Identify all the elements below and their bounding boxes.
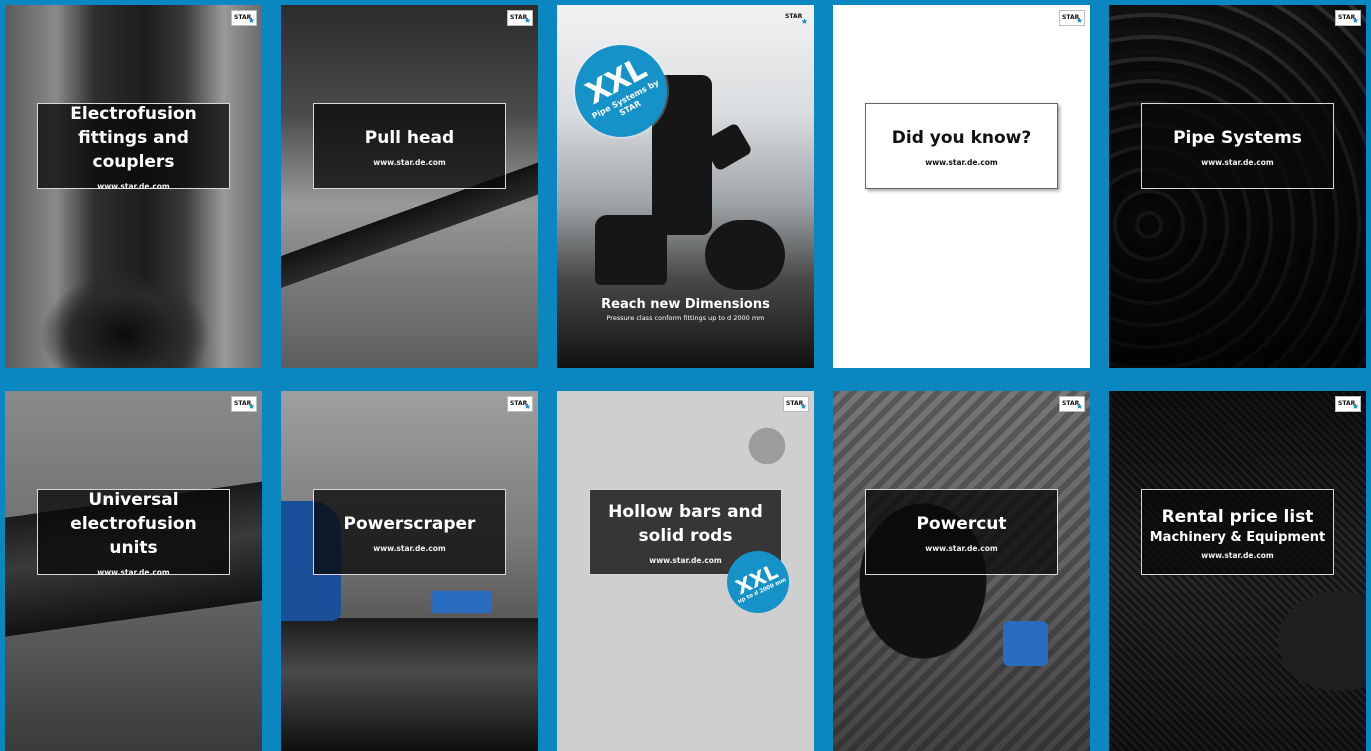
brochure-title: Universal electrofusion units xyxy=(70,489,197,558)
brochure-headline: Reach new Dimensions Pressure class conf… xyxy=(601,297,770,322)
brochure-url: www.star.de.com xyxy=(1201,157,1274,167)
brochure-card-rental-price-list[interactable]: STAR ★ Rental price list Machinery & Equi… xyxy=(1109,391,1366,751)
star-icon: ★ xyxy=(1351,16,1359,25)
brochure-card-pull-head[interactable]: STAR ★ Pull head www.star.de.com xyxy=(281,5,538,368)
brochure-card-pipe-systems[interactable]: STAR ★ Pipe Systems www.star.de.com xyxy=(1109,5,1366,368)
brochure-url: www.star.de.com xyxy=(373,157,446,167)
brochure-title: Hollow bars and solid rods xyxy=(608,501,763,546)
star-logo: STAR ★ xyxy=(1335,10,1361,26)
brochure-card-powerscraper[interactable]: STAR ★ Powerscraper www.star.de.com xyxy=(281,391,538,751)
brochure-title-box: Pipe Systems www.star.de.com xyxy=(1141,103,1334,189)
brochure-url: www.star.de.com xyxy=(1201,550,1274,560)
brochure-url: www.star.de.com xyxy=(97,567,170,577)
star-icon: ★ xyxy=(799,402,807,411)
star-logo: STAR ★ xyxy=(1059,10,1085,26)
star-logo: STAR ★ xyxy=(231,396,257,412)
brochure-card-electrofusion-fittings[interactable]: STAR ★ Electrofusion fittings and coupler… xyxy=(5,5,262,368)
brochure-title-box: Universal electrofusion units www.star.d… xyxy=(37,489,230,577)
brochure-card-powercut[interactable]: STAR ★ Powercut www.star.de.com xyxy=(833,391,1090,751)
brochure-subtitle: Machinery & Equipment xyxy=(1149,529,1326,545)
star-icon: ★ xyxy=(523,16,531,25)
brochure-title-box: Rental price list Machinery & Equipment … xyxy=(1141,489,1334,575)
brochure-title: Pipe Systems xyxy=(1173,127,1302,148)
star-logo: STAR ★ xyxy=(231,10,257,26)
star-icon: ★ xyxy=(247,402,255,411)
star-icon: ★ xyxy=(800,17,808,26)
star-logo: STAR ★ xyxy=(785,13,808,26)
brochure-title-box: Did you know? www.star.de.com xyxy=(865,103,1058,189)
star-logo: STAR ★ xyxy=(783,396,809,412)
brochure-title: Powercut xyxy=(916,513,1007,534)
star-icon: ★ xyxy=(523,402,531,411)
scraper-tool xyxy=(431,591,491,613)
brochure-card-xxl-pipe-systems[interactable]: STAR ★ XXL Pipe Systems by STAR Reach new… xyxy=(557,5,814,368)
cutter-machine xyxy=(1003,621,1048,666)
brochure-title: Powerscraper xyxy=(343,513,476,534)
brochure-title-box: Pull head www.star.de.com xyxy=(313,103,506,189)
brochure-card-hollow-bars[interactable]: STAR ★ Hollow bars and solid rods www.sta… xyxy=(557,391,814,751)
star-logo: STAR ★ xyxy=(507,396,533,412)
brochure-url: www.star.de.com xyxy=(97,181,170,191)
star-icon: ★ xyxy=(247,16,255,25)
star-icon: ★ xyxy=(1351,402,1359,411)
brochure-title-box: Electrofusion fittings and couplers www.… xyxy=(37,103,230,191)
brochure-title: Pull head xyxy=(364,127,455,148)
star-logo: STAR ★ xyxy=(507,10,533,26)
brochure-url: www.star.de.com xyxy=(649,555,722,565)
fitting-shape xyxy=(595,215,667,285)
brochure-url: www.star.de.com xyxy=(925,543,998,553)
brochure-title-box: Powercut www.star.de.com xyxy=(865,489,1058,575)
fitting-shape xyxy=(705,220,785,290)
star-logo: STAR ★ xyxy=(1335,396,1361,412)
brochure-title: Rental price list xyxy=(1161,506,1314,527)
brochure-card-did-you-know[interactable]: STAR ★ Did you know? www.star.de.com xyxy=(833,5,1090,368)
brochure-title: Electrofusion fittings and couplers xyxy=(70,103,197,172)
star-icon: ★ xyxy=(1075,16,1083,25)
brochure-url: www.star.de.com xyxy=(925,157,998,167)
star-icon: ★ xyxy=(1075,402,1083,411)
brochure-card-universal-electrofusion-units[interactable]: STAR ★ Universal electrofusion units www.… xyxy=(5,391,262,751)
star-logo: STAR ★ xyxy=(1059,396,1085,412)
brochure-url: www.star.de.com xyxy=(373,543,446,553)
brochure-title-box: Powerscraper www.star.de.com xyxy=(313,489,506,575)
brochure-title: Did you know? xyxy=(891,127,1032,148)
